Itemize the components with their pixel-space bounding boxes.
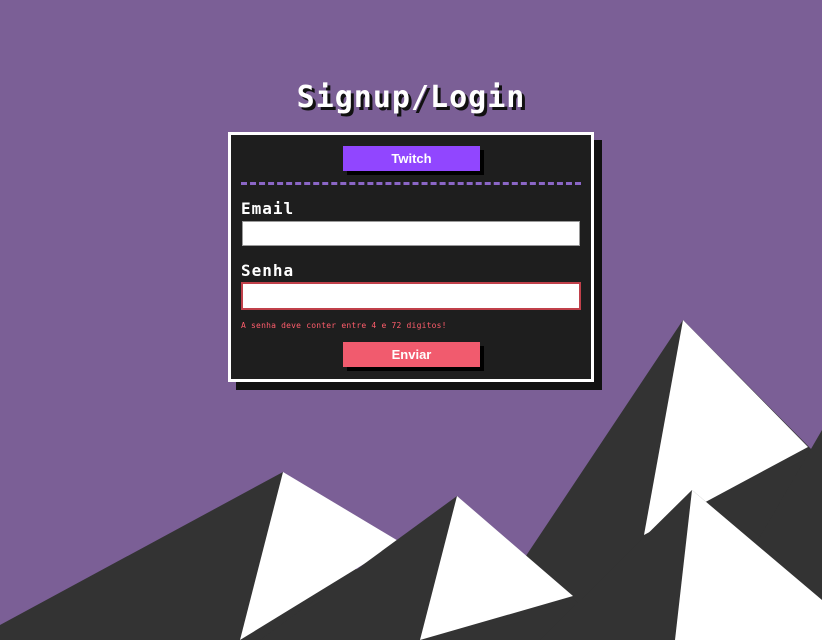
password-field[interactable] [241, 282, 581, 310]
login-form: Twitch Email Senha A senha deve conter e… [228, 132, 594, 382]
email-label: Email [241, 199, 295, 218]
password-error-message: A senha deve conter entre 4 e 72 digitos… [241, 321, 447, 330]
password-label: Senha [241, 261, 295, 280]
submit-button[interactable]: Enviar [343, 342, 480, 367]
divider [241, 182, 581, 185]
twitch-login-button[interactable]: Twitch [343, 146, 480, 171]
email-field[interactable] [242, 221, 580, 246]
page-title: Signup/Login [296, 80, 526, 115]
